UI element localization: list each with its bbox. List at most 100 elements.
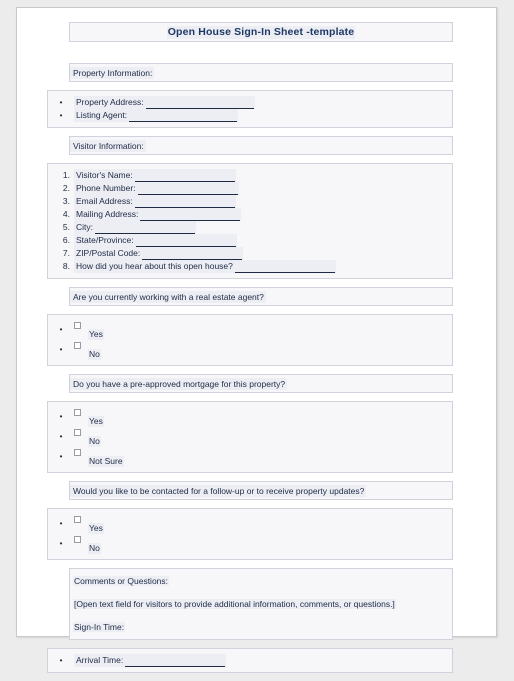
checkbox-row[interactable]: • No (48, 534, 452, 554)
checkbox-icon[interactable] (74, 429, 81, 436)
list-item-label: Visitor's Name: (74, 169, 236, 182)
question-mortgage-heading: Do you have a pre-approved mortgage for … (69, 374, 453, 393)
document-page: Open House Sign-In Sheet -template Prope… (16, 7, 497, 673)
list-item[interactable]: • Listing Agent: (48, 109, 452, 122)
list-item[interactable]: 6. State/Province: (48, 234, 452, 247)
bullet-icon: • (59, 325, 63, 334)
list-number: 7. (62, 248, 70, 258)
bullet-icon: • (59, 519, 63, 528)
bullet-icon: • (59, 111, 63, 120)
checkbox-icon[interactable] (74, 409, 81, 416)
question-agent-heading: Are you currently working with a real es… (69, 287, 453, 306)
bullet-icon: • (59, 452, 63, 461)
checkbox-icon[interactable] (74, 342, 81, 349)
comments-block: Comments or Questions: [Open text field … (69, 568, 453, 640)
sign-in-time-label: Sign-In Time: (73, 622, 126, 632)
fill-in-rule[interactable] (95, 224, 195, 234)
list-item[interactable]: 8. How did you hear about this open hous… (48, 260, 452, 273)
checkbox-icon[interactable] (74, 536, 81, 543)
list-number: 1. (62, 170, 70, 180)
checkbox-group[interactable]: No (74, 534, 101, 554)
checkbox-row[interactable]: • Yes (48, 514, 452, 534)
list-item[interactable]: 1. Visitor's Name: (48, 169, 452, 182)
checkbox-label: Yes (88, 416, 104, 427)
question-label: Would you like to be contacted for a fol… (70, 484, 367, 497)
fill-in-rule[interactable] (234, 263, 335, 273)
fill-in-rule[interactable] (135, 237, 236, 247)
list-number: 2. (62, 183, 70, 193)
section-heading-label: Property Information: (70, 66, 155, 79)
list-item-label: Property Address: (74, 96, 255, 109)
list-number: 8. (62, 261, 70, 271)
fill-in-rule[interactable] (140, 211, 241, 221)
checkbox-group[interactable]: No (74, 340, 101, 360)
list-item-label: Email Address: (74, 195, 236, 208)
page-title: Open House Sign-In Sheet -template (166, 25, 356, 39)
document-title-box: Open House Sign-In Sheet -template (69, 22, 453, 42)
fill-in-rule[interactable] (125, 657, 226, 667)
checkbox-label: Yes (88, 329, 104, 340)
checkbox-row[interactable]: • No (48, 427, 452, 447)
list-item-label: How did you hear about this open house? (74, 260, 336, 273)
contact-options-list: • Yes • No (47, 508, 453, 560)
comments-open-text-field[interactable]: [Open text field for visitors to provide… (70, 598, 452, 610)
bullet-icon: • (59, 656, 63, 665)
list-item-label: Arrival Time: (74, 654, 227, 667)
checkbox-row[interactable]: • No (48, 340, 452, 360)
bullet-icon: • (59, 98, 63, 107)
bullet-icon: • (59, 432, 63, 441)
agent-options-list: • Yes • No (47, 314, 453, 366)
list-item[interactable]: 3. Email Address: (48, 195, 452, 208)
list-item-label: Listing Agent: (74, 109, 239, 122)
property-fields-list: • Property Address: • Listing Agent: (47, 90, 453, 128)
mortgage-options-list: • Yes • No • Not Sure (47, 401, 453, 473)
list-item[interactable]: 5. City: (48, 221, 452, 234)
bullet-icon: • (59, 539, 63, 548)
checkbox-label: No (88, 436, 101, 447)
fill-in-rule[interactable] (145, 99, 254, 109)
bullet-icon: • (59, 412, 63, 421)
checkbox-group[interactable]: Yes (74, 514, 104, 534)
list-item[interactable]: 4. Mailing Address: (48, 208, 452, 221)
checkbox-group[interactable]: Not Sure (74, 447, 124, 467)
visitor-fields-list: 1. Visitor's Name: 2. Phone Number: 3. E… (47, 163, 453, 279)
question-label: Do you have a pre-approved mortgage for … (70, 377, 288, 390)
list-number: 4. (62, 209, 70, 219)
list-item-label: State/Province: (74, 234, 237, 247)
checkbox-label: No (88, 543, 101, 554)
arrival-time-list: • Arrival Time: (47, 648, 453, 673)
checkbox-row[interactable]: • Yes (48, 320, 452, 340)
list-item[interactable]: • Arrival Time: (48, 654, 452, 667)
checkbox-icon[interactable] (74, 449, 81, 456)
fill-in-rule[interactable] (134, 198, 235, 208)
fill-in-rule[interactable] (129, 112, 238, 122)
checkbox-row[interactable]: • Not Sure (48, 447, 452, 467)
checkbox-group[interactable]: Yes (74, 320, 104, 340)
list-item[interactable]: • Property Address: (48, 96, 452, 109)
question-contact-heading: Would you like to be contacted for a fol… (69, 481, 453, 500)
list-number: 5. (62, 222, 70, 232)
list-item-label: ZIP/Postal Code: (74, 247, 244, 260)
fill-in-rule[interactable] (142, 250, 243, 260)
section-heading-label: Visitor Information: (70, 139, 146, 152)
document-body: Open House Sign-In Sheet -template Prope… (47, 22, 483, 681)
checkbox-group[interactable]: No (74, 427, 101, 447)
list-item-label: City: (74, 221, 196, 234)
list-item[interactable]: 7. ZIP/Postal Code: (48, 247, 452, 260)
checkbox-icon[interactable] (74, 516, 81, 523)
fill-in-rule[interactable] (134, 172, 235, 182)
list-number: 3. (62, 196, 70, 206)
question-label: Are you currently working with a real es… (70, 290, 266, 303)
fill-in-rule[interactable] (137, 185, 238, 195)
list-item[interactable]: 2. Phone Number: (48, 182, 452, 195)
checkbox-icon[interactable] (74, 322, 81, 329)
section-heading-visitor-information: Visitor Information: (69, 136, 453, 155)
checkbox-label: Not Sure (88, 456, 124, 467)
checkbox-group[interactable]: Yes (74, 407, 104, 427)
section-heading-property-information: Property Information: (69, 63, 453, 82)
list-item-label: Phone Number: (74, 182, 239, 195)
checkbox-row[interactable]: • Yes (48, 407, 452, 427)
comments-heading: Comments or Questions: (73, 576, 170, 586)
bullet-icon: • (59, 345, 63, 354)
list-item-label: Mailing Address: (74, 208, 242, 221)
